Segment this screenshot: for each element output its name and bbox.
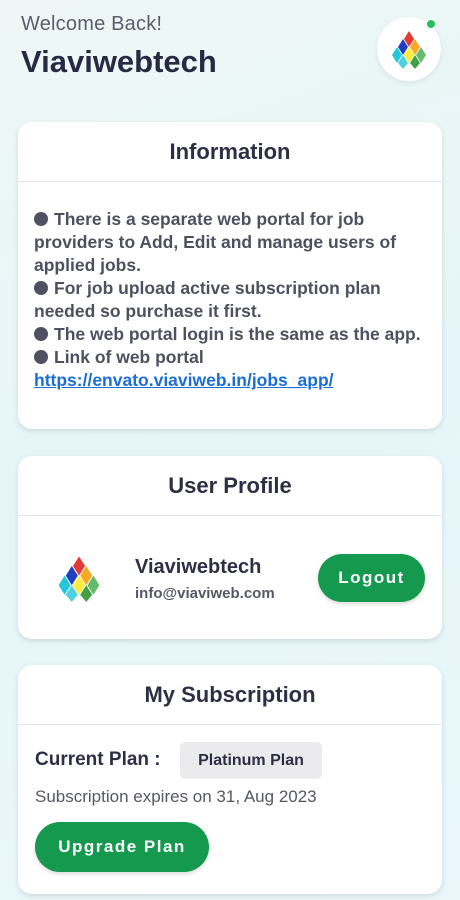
bullet-icon (34, 327, 48, 341)
information-card: Information There is a separate web port… (18, 122, 442, 429)
logout-button[interactable]: Logout (318, 554, 425, 602)
subscription-card: My Subscription Current Plan : Platinum … (18, 665, 442, 894)
current-plan-label: Current Plan : (35, 749, 161, 770)
profile-name: Viaviwebtech (135, 556, 262, 578)
profile-body: Viaviwebtech info@viaviweb.com Logout (18, 516, 442, 638)
info-line: There is a separate web portal for job p… (34, 209, 397, 275)
info-line: Link of web portal https://envato.viaviw… (34, 347, 334, 390)
viaviweb-logo-icon (392, 31, 426, 69)
subscription-body: Current Plan : Platinum Plan Subscriptio… (18, 725, 442, 893)
page-title: Viaviwebtech (21, 44, 217, 79)
bullet-icon (34, 281, 48, 295)
information-title: Information (18, 122, 442, 182)
welcome-text: Welcome Back! (21, 13, 163, 35)
subscription-title: My Subscription (18, 665, 442, 725)
user-profile-card: User Profile Viaviwebtech info@viaviweb.… (18, 456, 442, 639)
info-line: For job upload active subscription plan … (34, 278, 381, 321)
subscription-expiry: Subscription expires on 31, Aug 2023 (35, 787, 317, 806)
bullet-icon (34, 350, 48, 364)
bullet-icon (34, 212, 48, 226)
online-status-dot (425, 18, 437, 30)
upgrade-plan-button[interactable]: Upgrade Plan (35, 822, 209, 872)
information-body: There is a separate web portal for job p… (18, 182, 442, 392)
viaviweb-logo-icon (58, 556, 100, 602)
info-line: The web portal login is the same as the … (34, 323, 426, 346)
plan-badge: Platinum Plan (180, 742, 322, 779)
header: Welcome Back! Viaviwebtech (0, 0, 460, 110)
user-profile-title: User Profile (18, 456, 442, 516)
web-portal-link[interactable]: https://envato.viaviweb.in/jobs_app/ (34, 370, 334, 390)
profile-email: info@viaviweb.com (135, 585, 275, 602)
